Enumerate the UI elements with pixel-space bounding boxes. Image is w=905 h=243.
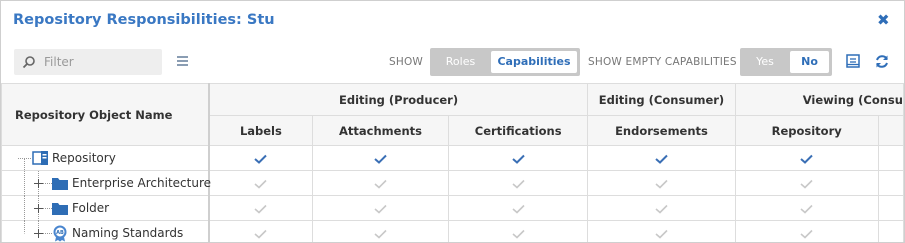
checkmark-icon [374, 204, 387, 214]
capability-cell[interactable] [311, 220, 450, 242]
tree-node-naming-standards[interactable]: AB Naming Standards [1, 220, 210, 243]
capability-cell[interactable] [207, 195, 313, 221]
capability-cell[interactable] [587, 170, 736, 196]
capability-cell[interactable] [448, 220, 589, 242]
overflow-cell [877, 220, 904, 242]
overflow-cell [877, 195, 904, 221]
capability-cell[interactable] [448, 195, 589, 221]
capability-cell[interactable] [734, 195, 879, 221]
overflow-cell [877, 170, 904, 196]
group-header-viewing-consumer: Viewing (Consu [734, 83, 904, 116]
table-row[interactable]: Enterprise Architecture [1, 170, 904, 196]
checkmark-icon [800, 154, 813, 164]
column-header-labels[interactable]: Labels [207, 115, 313, 146]
close-icon[interactable]: ✖ [877, 11, 890, 29]
column-header-overflow [877, 115, 904, 146]
capability-cell[interactable] [587, 195, 736, 221]
checkmark-icon [800, 179, 813, 189]
checkmark-icon [511, 154, 525, 164]
checkmark-icon [512, 204, 525, 214]
refresh-icon[interactable] [874, 54, 890, 69]
toolbar: SHOW Roles Capabilities SHOW EMPTY CAPAB… [1, 41, 904, 81]
show-label: SHOW [389, 56, 424, 68]
checkmark-icon [512, 179, 525, 189]
dialog-titlebar: Repository Responsibilities: Stu ✖ [1, 1, 904, 41]
repository-responsibilities-dialog: Repository Responsibilities: Stu ✖ SHOW … [0, 0, 905, 243]
capability-cell[interactable] [311, 170, 450, 196]
folder-icon [52, 203, 68, 215]
capability-cell[interactable] [207, 220, 313, 242]
group-header-editing-producer: Editing (Producer) [207, 83, 589, 116]
empty-no-option[interactable]: No [790, 51, 829, 73]
show-empty-toggle: Yes No [740, 48, 832, 76]
checkmark-icon [512, 229, 525, 239]
capability-cell[interactable] [311, 145, 450, 171]
column-header-endorsements[interactable]: Endorsements [587, 115, 736, 146]
capability-cell[interactable] [448, 145, 589, 171]
repository-icon [32, 151, 48, 165]
checkmark-icon [655, 229, 668, 239]
filter-input[interactable] [44, 53, 156, 71]
show-roles-option[interactable]: Roles [433, 51, 488, 73]
checkmark-icon [254, 154, 268, 164]
table-row[interactable]: Folder [1, 195, 904, 221]
list-menu-icon[interactable] [177, 56, 188, 68]
tree-node-folder[interactable]: Folder [1, 195, 210, 221]
responsibilities-grid: Repository Object Name Editing (Producer… [1, 83, 904, 242]
tree-node-label: Repository [52, 151, 116, 165]
capability-cell[interactable] [587, 145, 736, 171]
checkmark-icon [800, 204, 813, 214]
checkmark-icon [254, 229, 267, 239]
column-header-certifications[interactable]: Certifications [448, 115, 589, 146]
capability-cell[interactable] [207, 170, 313, 196]
capabilities-table: Repository Object Name Editing (Producer… [1, 83, 904, 243]
expand-plus-icon[interactable] [24, 171, 52, 196]
folder-icon [52, 178, 68, 190]
show-empty-capabilities-label: SHOW EMPTY CAPABILITIES [588, 56, 737, 68]
capability-cell[interactable] [311, 195, 450, 221]
checkmark-icon [800, 229, 813, 239]
tree-node-label: Folder [72, 201, 110, 215]
tree-node-repository[interactable]: Repository [1, 145, 210, 171]
checkmark-icon [374, 179, 387, 189]
capability-cell[interactable] [207, 145, 313, 171]
svg-text:AB: AB [56, 230, 64, 236]
filter-box [14, 49, 162, 75]
checkmark-icon [374, 229, 387, 239]
column-header-repository[interactable]: Repository [734, 115, 879, 146]
capability-cell[interactable] [734, 145, 879, 171]
expand-plus-icon[interactable] [24, 221, 52, 243]
checkmark-icon [655, 204, 668, 214]
tree-connector-icon [18, 158, 31, 171]
column-header-attachments[interactable]: Attachments [311, 115, 450, 146]
show-capabilities-option[interactable]: Capabilities [491, 51, 577, 73]
repository-object-name-header: Repository Object Name [1, 83, 210, 146]
naming-standards-icon: AB [53, 225, 67, 242]
expand-plus-icon[interactable] [24, 196, 52, 221]
capability-cell[interactable] [734, 220, 879, 242]
capability-cell[interactable] [448, 170, 589, 196]
checkmark-icon [254, 179, 267, 189]
tree-node-label: Enterprise Architecture [72, 176, 212, 190]
checkmark-icon [655, 154, 668, 164]
tree-node-label: Naming Standards [72, 226, 184, 240]
empty-yes-option[interactable]: Yes [743, 51, 787, 73]
capability-cell[interactable] [734, 170, 879, 196]
capability-cell[interactable] [587, 220, 736, 242]
dialog-title: Repository Responsibilities: Stu [13, 12, 275, 28]
checkmark-icon [374, 154, 387, 164]
table-row[interactable]: Repository [1, 145, 904, 171]
group-header-editing-consumer: Editing (Consumer) [587, 83, 736, 116]
tree-node-enterprise-architecture[interactable]: Enterprise Architecture [1, 170, 212, 196]
export-icon[interactable] [846, 54, 860, 68]
show-toggle: Roles Capabilities [430, 48, 580, 76]
table-row[interactable]: AB Naming Standards [1, 220, 904, 243]
search-icon [22, 56, 35, 69]
checkmark-icon [254, 204, 267, 214]
overflow-cell [877, 145, 904, 171]
checkmark-icon [655, 179, 668, 189]
